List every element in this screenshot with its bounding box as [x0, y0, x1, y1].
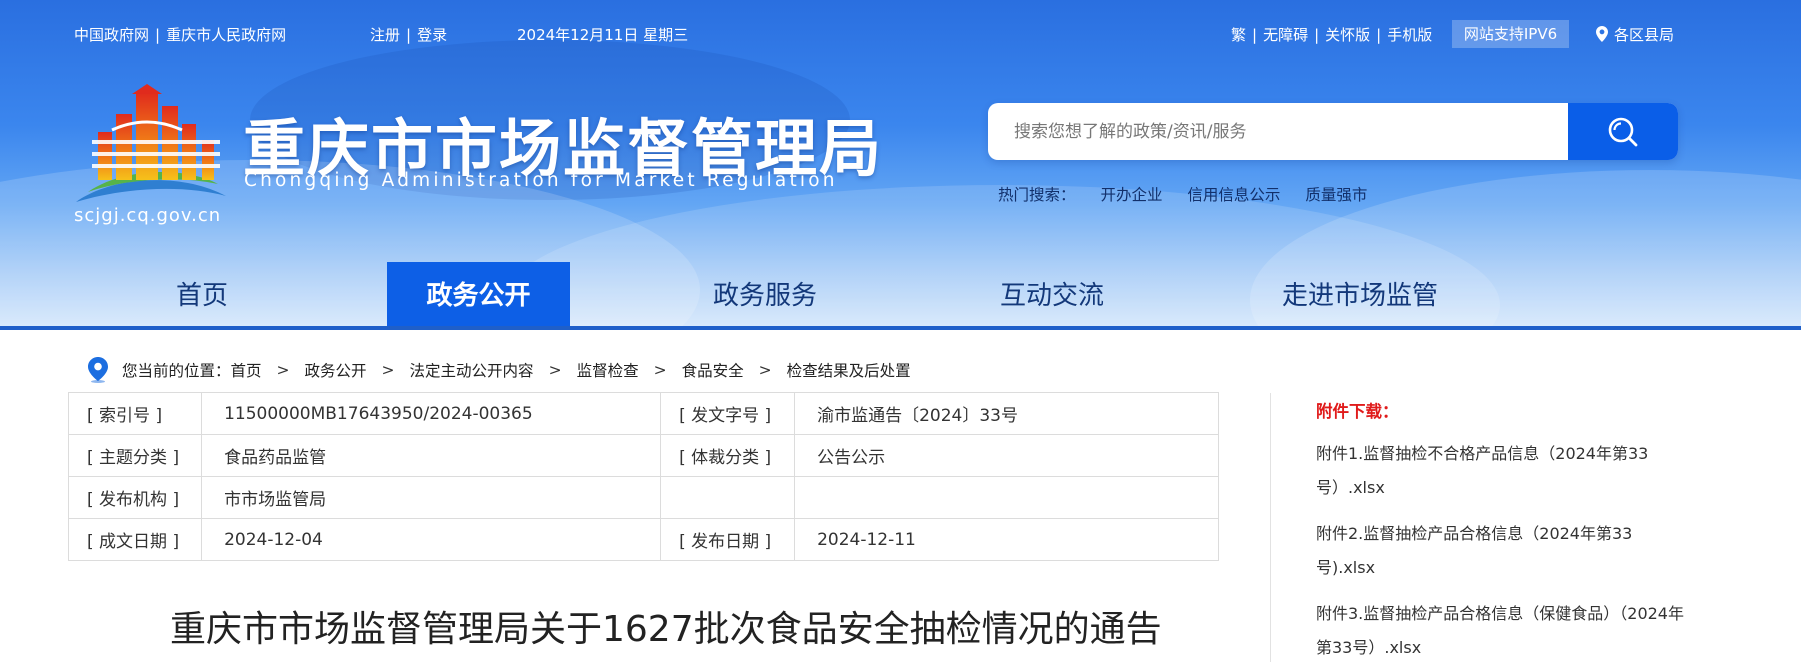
- separator: |: [1252, 26, 1258, 44]
- meta-value: 11500000MB17643950/2024-00365: [201, 392, 662, 435]
- table-row: [ 主题分类 ] 食品药品监管 [ 体裁分类 ] 公告公示: [67, 434, 1219, 477]
- document-meta-table: [ 索引号 ] 11500000MB17643950/2024-00365 [ …: [67, 392, 1219, 561]
- nav-item-gov-services[interactable]: 政务服务: [680, 264, 850, 328]
- current-date: 2024年12月11日 星期三: [517, 26, 689, 44]
- auth-links: 注册 | 登录: [370, 24, 447, 45]
- header-bottom-border: [0, 326, 1801, 330]
- ipv6-badge: 网站支持IPV6: [1452, 20, 1569, 48]
- table-row: [ 索引号 ] 11500000MB17643950/2024-00365 [ …: [67, 392, 1219, 435]
- separator: |: [155, 26, 161, 44]
- hot-search-item[interactable]: 质量强市: [1305, 186, 1367, 204]
- meta-key: [ 主题分类 ]: [67, 434, 203, 477]
- meta-value: 2024-12-04: [201, 518, 662, 561]
- site-domain: scjgj.cq.gov.cn: [74, 205, 222, 226]
- government-emblem-logo: [76, 84, 226, 202]
- search-input[interactable]: [988, 103, 1568, 160]
- sidebar-divider: [1270, 393, 1271, 662]
- article-title: 重庆市市场监督管理局关于1627批次食品安全抽检情况的通告: [170, 609, 1162, 650]
- attachment-link[interactable]: 附件3.监督抽检产品合格信息（保健食品）（2024年第33号）.xlsx: [1316, 597, 1686, 662]
- search-icon: [1608, 117, 1638, 146]
- breadcrumb-item[interactable]: 首页: [231, 359, 262, 381]
- breadcrumb-item[interactable]: 监督检查: [577, 359, 639, 381]
- separator: |: [406, 26, 412, 44]
- main-nav: 首页 政务公开 政务服务 互动交流 走进市场监管: [0, 262, 1801, 330]
- meta-key: [660, 476, 796, 519]
- mobile-link[interactable]: 手机版: [1387, 26, 1432, 44]
- breadcrumb-label: 您当前的位置：: [122, 362, 231, 380]
- meta-value: 渝市监通告〔2024〕33号: [794, 392, 1219, 435]
- meta-key: [ 成文日期 ]: [67, 518, 203, 561]
- separator: |: [1314, 26, 1320, 44]
- nav-item-interaction[interactable]: 互动交流: [967, 264, 1137, 328]
- hot-search-item[interactable]: 信用信息公示: [1187, 186, 1280, 204]
- hot-search: 热门搜索： 开办企业 信用信息公示 质量强市: [998, 183, 1387, 205]
- breadcrumb-separator: >: [758, 361, 772, 379]
- hot-search-item[interactable]: 开办企业: [1100, 186, 1162, 204]
- site-header: 中国政府网 | 重庆市人民政府网 注册 | 登录 2024年12月11日 星期三 繁 | 无…: [0, 0, 1801, 330]
- hot-search-label: 热门搜索：: [998, 186, 1076, 204]
- meta-value: 食品药品监管: [201, 434, 662, 477]
- districts-link-text[interactable]: 各区县局: [1614, 26, 1674, 44]
- accessible-link[interactable]: 无障碍: [1263, 26, 1308, 44]
- top-links-right: 繁 | 无障碍 | 关怀版 | 手机版: [1231, 24, 1432, 45]
- meta-key: [ 发布机构 ]: [67, 476, 203, 519]
- meta-value: 公告公示: [794, 434, 1219, 477]
- breadcrumb-separator: >: [381, 361, 395, 379]
- top-bar: 中国政府网 | 重庆市人民政府网 注册 | 登录 2024年12月11日 星期三 繁 | 无…: [0, 0, 1801, 68]
- location-pin-icon: [88, 357, 108, 383]
- meta-key: [ 发布日期 ]: [660, 518, 796, 561]
- meta-key: [ 发文字号 ]: [660, 392, 796, 435]
- search-box: [988, 103, 1678, 160]
- gov-link[interactable]: 中国政府网: [74, 26, 149, 44]
- meta-key: [ 体裁分类 ]: [660, 434, 796, 477]
- breadcrumb-item[interactable]: 食品安全: [682, 359, 744, 381]
- nav-item-home[interactable]: 首页: [140, 264, 264, 328]
- register-link[interactable]: 注册: [370, 26, 400, 44]
- attachment-link[interactable]: 附件1.监督抽检不合格产品信息（2024年第33号）.xlsx: [1316, 437, 1686, 505]
- meta-value: 2024-12-11: [794, 518, 1219, 561]
- login-link[interactable]: 登录: [417, 26, 447, 44]
- attachment-link[interactable]: 附件2.监督抽检产品合格信息（2024年第33号).xlsx: [1316, 517, 1686, 585]
- breadcrumb: 您当前的位置： 首页 > 政务公开 > 法定主动公开内容 > 监督检查 > 食品…: [88, 356, 911, 384]
- breadcrumb-item[interactable]: 政务公开: [305, 359, 367, 381]
- meta-value: 市市场监管局: [201, 476, 662, 519]
- table-row: [ 发布机构 ] 市市场监管局: [67, 476, 1219, 519]
- table-row: [ 成文日期 ] 2024-12-04 [ 发布日期 ] 2024-12-11: [67, 518, 1219, 561]
- search-button[interactable]: [1568, 103, 1678, 160]
- breadcrumb-item[interactable]: 检查结果及后处置: [787, 359, 911, 381]
- care-mode-link[interactable]: 关怀版: [1325, 26, 1370, 44]
- nav-item-gov-affairs[interactable]: 政务公开: [387, 262, 570, 330]
- attachments-heading: 附件下载：: [1316, 402, 1399, 421]
- breadcrumb-separator: >: [548, 361, 562, 379]
- breadcrumb-item[interactable]: 法定主动公开内容: [410, 359, 534, 381]
- breadcrumb-separator: >: [653, 361, 667, 379]
- top-links-left: 中国政府网 | 重庆市人民政府网: [74, 24, 286, 45]
- meta-value: [794, 476, 1219, 519]
- separator: |: [1376, 26, 1382, 44]
- breadcrumb-separator: >: [276, 361, 290, 379]
- districts-link[interactable]: 各区县局: [1614, 24, 1674, 45]
- meta-key: [ 索引号 ]: [67, 392, 203, 435]
- cq-gov-link[interactable]: 重庆市人民政府网: [166, 26, 286, 44]
- traditional-link[interactable]: 繁: [1231, 26, 1246, 44]
- location-pin-icon: [1596, 26, 1608, 42]
- nav-item-about[interactable]: 走进市场监管: [1250, 264, 1470, 328]
- site-title-english: Chongqing Administration for Market Regu…: [244, 170, 838, 191]
